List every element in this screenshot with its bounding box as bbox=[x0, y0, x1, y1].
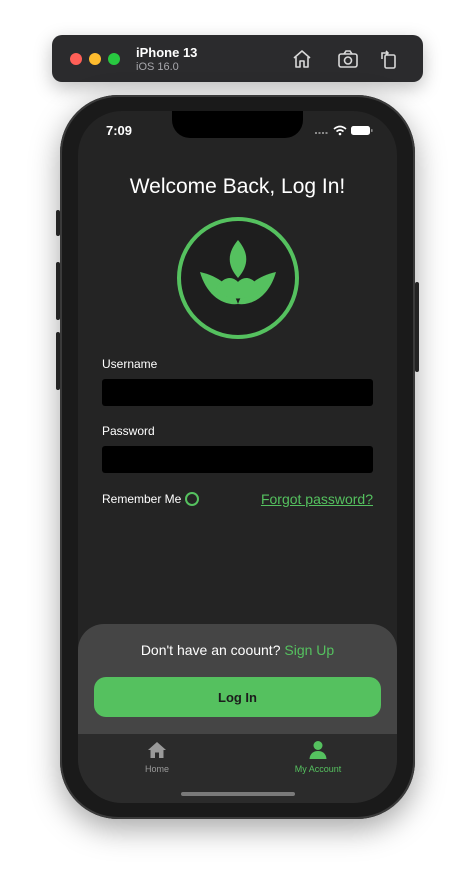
status-time: 7:09 bbox=[106, 123, 133, 138]
close-window-button[interactable] bbox=[70, 53, 82, 65]
home-icon[interactable] bbox=[290, 47, 314, 71]
zoom-window-button[interactable] bbox=[108, 53, 120, 65]
tab-home-label: Home bbox=[144, 764, 169, 774]
tab-home[interactable]: Home bbox=[97, 740, 217, 780]
tab-my-account-label: My Account bbox=[294, 764, 342, 774]
rotate-icon[interactable] bbox=[377, 47, 401, 71]
page-title: Welcome Back, Log In! bbox=[129, 175, 346, 198]
username-label: Username bbox=[102, 357, 158, 371]
leaf-logo-icon bbox=[177, 217, 299, 339]
password-label: Password bbox=[102, 424, 155, 438]
battery-icon bbox=[351, 126, 373, 135]
remember-me-toggle[interactable] bbox=[185, 492, 199, 506]
password-input[interactable] bbox=[102, 446, 373, 473]
status-icons bbox=[315, 125, 373, 136]
simulator-device-name: iPhone 13 bbox=[136, 45, 198, 60]
simulator-os-version: iOS 16.0 bbox=[136, 61, 179, 73]
screenshot-icon[interactable] bbox=[336, 47, 360, 71]
notch bbox=[172, 111, 303, 138]
username-input[interactable] bbox=[102, 379, 373, 406]
tab-my-account[interactable]: My Account bbox=[258, 740, 378, 780]
minimize-window-button[interactable] bbox=[89, 53, 101, 65]
remember-me-label: Remember Me bbox=[102, 492, 182, 506]
signup-prompt: Don't have an coount? bbox=[140, 642, 281, 658]
signal-icon bbox=[315, 132, 328, 134]
simulator-toolbar: iPhone 13 iOS 16.0 bbox=[52, 35, 423, 82]
wifi-icon bbox=[333, 125, 347, 136]
signup-link[interactable]: Sign Up bbox=[284, 642, 334, 658]
signup-row: Don't have an coount? Sign Up bbox=[78, 642, 397, 658]
forgot-password-link[interactable]: Forgot password? bbox=[261, 491, 373, 507]
app-screen: 7:09 Welcome Back, Log In! Username Pass… bbox=[78, 111, 397, 803]
power-button bbox=[415, 282, 419, 372]
home-icon bbox=[148, 742, 166, 758]
login-button[interactable]: Log In bbox=[94, 677, 381, 717]
home-indicator bbox=[181, 792, 295, 796]
person-icon bbox=[309, 741, 327, 759]
